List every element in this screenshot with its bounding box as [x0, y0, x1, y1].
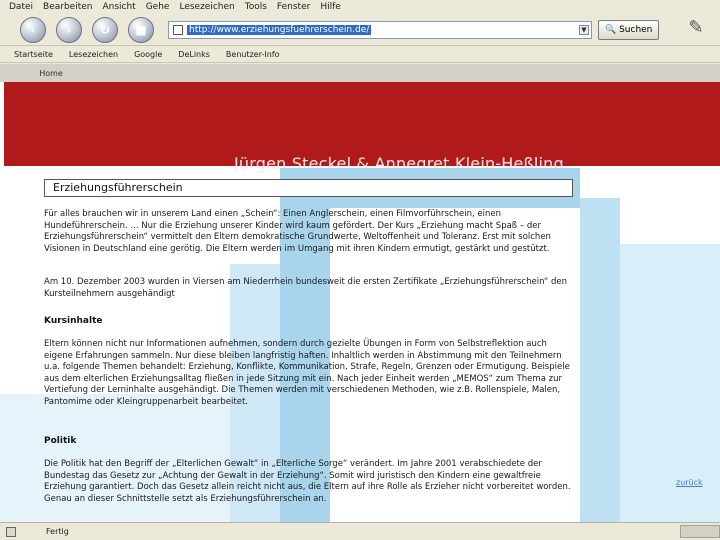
politik-paragraph: Die Politik hat den Begriff der „Elterli… [44, 459, 571, 504]
browser-logo-icon: ✎ [688, 17, 704, 38]
forward-button[interactable]: › [56, 16, 82, 43]
navigation-toolbar: ‹ › ↻ ■ http://www.erziehungsfuehrersche… [0, 14, 720, 46]
bookmark-startseite[interactable]: Startseite [14, 50, 53, 59]
back-icon: ‹ [30, 22, 36, 37]
menu-fenster[interactable]: Fenster [277, 2, 310, 12]
background-graphic [620, 244, 720, 522]
url-dropdown-icon[interactable]: ▼ [579, 24, 589, 35]
page-heading: Erziehungsführerschein [44, 179, 573, 197]
status-text: Fertig [46, 527, 69, 536]
status-icon [6, 526, 16, 537]
menu-bearbeiten[interactable]: Bearbeiten [43, 2, 92, 12]
home-link[interactable]: Home [26, 66, 76, 82]
bookmarks-bar: Startseite Lesezeichen Google DeLinks Be… [0, 47, 720, 63]
section-heading-politik: Politik [44, 436, 77, 446]
bookmark-delinks[interactable]: DeLinks [178, 50, 210, 59]
menu-hilfe[interactable]: Hilfe [320, 2, 340, 12]
search-label: Suchen [619, 24, 653, 35]
bookmark-benutzer-info[interactable]: Benutzer-Info [226, 50, 280, 59]
menu-lesezeichen[interactable]: Lesezeichen [179, 2, 234, 12]
search-button[interactable]: 🔍 Suchen [598, 19, 660, 40]
search-icon: 🔍 [605, 24, 620, 35]
site-banner: Jürgen Steckel & Annegret Klein-Heßling [4, 82, 720, 173]
security-indicator [680, 525, 720, 538]
page-icon [173, 24, 183, 35]
reload-button[interactable]: ↻ [92, 16, 118, 43]
url-text[interactable]: http://www.erziehungsfuehrerschein.de/ [187, 24, 372, 35]
background-graphic [580, 198, 620, 522]
certificate-paragraph: Am 10. Dezember 2003 wurden in Viersen a… [44, 277, 567, 299]
menu-ansicht[interactable]: Ansicht [102, 2, 135, 12]
site-nav-strip: Home [0, 64, 720, 82]
reload-icon: ↻ [99, 22, 111, 37]
forward-icon: › [66, 22, 72, 37]
status-bar: Fertig [0, 522, 720, 540]
url-bar[interactable]: http://www.erziehungsfuehrerschein.de/ ▼ [168, 20, 592, 39]
bookmark-google[interactable]: Google [134, 50, 162, 59]
stop-button[interactable]: ■ [128, 16, 154, 43]
menu-tools[interactable]: Tools [245, 2, 267, 12]
back-link[interactable]: zurück [676, 478, 703, 487]
page-content: Home Jürgen Steckel & Annegret Klein-Heß… [0, 64, 720, 522]
menu-bar: Datei Bearbeiten Ansicht Gehe Lesezeiche… [0, 0, 720, 14]
section-heading-kursinhalte: Kursinhalte [44, 316, 103, 326]
bookmark-lesezeichen[interactable]: Lesezeichen [69, 50, 118, 59]
menu-datei[interactable]: Datei [9, 2, 33, 12]
stop-icon: ■ [135, 22, 147, 37]
kursinhalte-paragraph: Eltern können nicht nur Informationen au… [44, 339, 570, 407]
back-button[interactable]: ‹ [20, 16, 46, 43]
menu-gehe[interactable]: Gehe [146, 2, 170, 12]
intro-paragraph: Für alles brauchen wir in unserem Land e… [44, 209, 551, 254]
